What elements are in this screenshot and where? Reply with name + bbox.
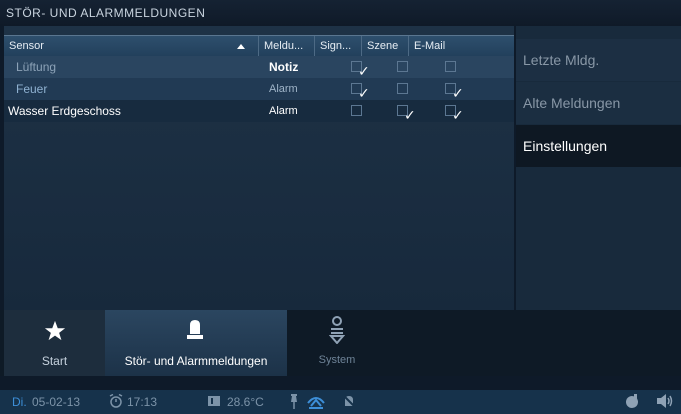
side-menu-item-letzte-meldung[interactable]: Letzte Mldg. xyxy=(516,39,681,81)
nav-item-system-label: System xyxy=(318,354,356,366)
signal-checkbox[interactable] xyxy=(351,105,362,116)
speaker-icon[interactable] xyxy=(656,394,674,408)
system-icon xyxy=(329,316,345,344)
sensor-name: Feuer xyxy=(16,82,48,96)
col-header-meldung-label: Meldu... xyxy=(264,40,304,52)
nav-item-start-label: Start xyxy=(41,354,68,368)
signal-checkbox[interactable]: ✓ xyxy=(351,83,370,101)
col-header-email[interactable]: E-Mail xyxy=(408,36,458,56)
alarm-off-icon xyxy=(342,394,356,408)
hand-icon[interactable] xyxy=(624,393,640,409)
email-checkbox[interactable] xyxy=(445,61,456,72)
thermometer-icon xyxy=(208,396,220,406)
szene-checkbox[interactable] xyxy=(397,83,408,94)
col-header-szene-label: Szene xyxy=(367,40,399,52)
status-time: 17:13 xyxy=(127,395,158,409)
email-checkbox[interactable]: ✓ xyxy=(445,105,464,123)
alarm-table: Sensor Meldu... Sign... Szene E-Mail Lüf… xyxy=(4,26,514,310)
col-header-szene[interactable]: Szene xyxy=(361,36,408,56)
nav-item-stoer-alarm[interactable]: Stör- und Alarmmeldungen xyxy=(105,310,287,376)
table-header: Sensor Meldu... Sign... Szene E-Mail xyxy=(4,35,514,56)
col-header-email-label: E-Mail xyxy=(414,40,446,52)
meldung-type: Alarm xyxy=(269,105,298,117)
page-title: STÖR- UND ALARMMELDUNGEN xyxy=(6,6,206,20)
table-row[interactable]: Lüftung Notiz ✓ xyxy=(4,56,514,79)
col-header-sensor[interactable]: Sensor xyxy=(4,36,258,56)
title-bar: STÖR- UND ALARMMELDUNGEN xyxy=(0,0,681,26)
signal-checkbox[interactable]: ✓ xyxy=(351,61,370,79)
alarm-clock-icon xyxy=(109,394,123,408)
table-row[interactable]: Feuer Alarm ✓ ✓ xyxy=(4,78,514,101)
col-header-meldung[interactable]: Meldu... xyxy=(258,36,314,56)
status-bar: Di. 05-02-13 17:13 28.6°C xyxy=(0,390,681,414)
sort-up-icon xyxy=(237,44,245,49)
star-icon xyxy=(44,320,66,341)
side-menu-item-einstellungen[interactable]: Einstellungen xyxy=(516,125,681,167)
status-temperature: 28.6°C xyxy=(227,395,264,409)
sensor-name: Lüftung xyxy=(16,60,57,74)
pin-icon xyxy=(291,394,297,409)
table-row[interactable]: Wasser Erdgeschoss Alarm ✓ ✓ xyxy=(4,100,514,123)
sensor-name: Wasser Erdgeschoss xyxy=(8,104,121,118)
network-icon[interactable] xyxy=(306,393,326,409)
nav-item-system[interactable]: System xyxy=(287,310,387,376)
meldung-type: Notiz xyxy=(269,60,299,74)
col-header-signal[interactable]: Sign... xyxy=(314,36,361,56)
side-menu: Letzte Mldg. Alte Meldungen Einstellunge… xyxy=(516,26,681,310)
szene-checkbox[interactable] xyxy=(397,61,408,72)
col-header-sensor-label: Sensor xyxy=(9,40,44,52)
nav-item-start[interactable]: Start xyxy=(4,310,105,376)
col-header-signal-label: Sign... xyxy=(320,40,352,52)
bottom-nav: Start Stör- und Alarmmeldungen System xyxy=(0,310,681,376)
meldung-type: Alarm xyxy=(269,83,298,95)
side-menu-item-alte-meldungen[interactable]: Alte Meldungen xyxy=(516,82,681,124)
email-checkbox[interactable]: ✓ xyxy=(445,83,464,101)
status-date: 05-02-13 xyxy=(32,395,81,409)
szene-checkbox[interactable]: ✓ xyxy=(397,105,416,123)
nav-item-stoer-alarm-label: Stör- und Alarmmeldungen xyxy=(124,354,268,368)
alarm-beacon-icon xyxy=(187,320,203,339)
status-day: Di. xyxy=(12,395,27,409)
